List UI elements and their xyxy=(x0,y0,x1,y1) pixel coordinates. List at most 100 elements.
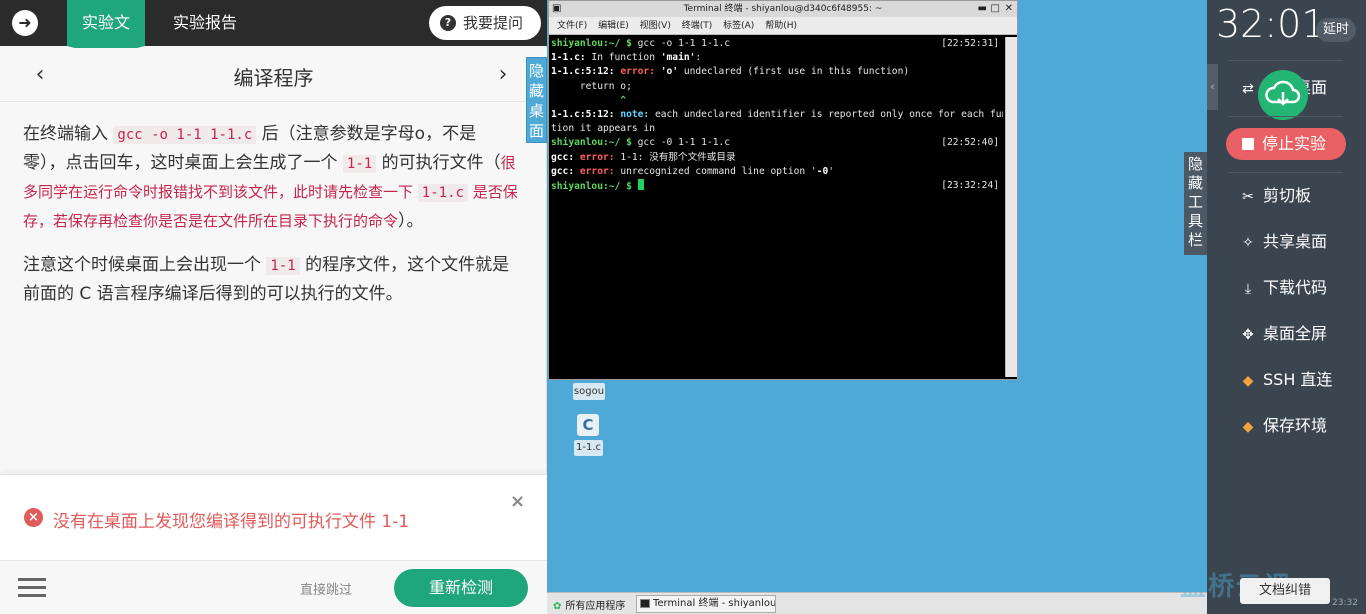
text: : xyxy=(695,52,702,64)
fullscreen-button[interactable]: ✥ 桌面全屏 xyxy=(1240,322,1327,346)
timestamp: [22:52:40] xyxy=(941,137,999,149)
download-code-label: 下载代码 xyxy=(1263,278,1328,297)
menu-terminal[interactable]: 终端(T) xyxy=(682,21,713,31)
menu-tabs[interactable]: 标签(A) xyxy=(723,21,754,31)
clipboard-button[interactable]: ✂ 剪切板 xyxy=(1240,184,1311,208)
inline-code: 1-1 xyxy=(266,257,300,275)
fn: 'main' xyxy=(660,52,696,64)
menu-help[interactable]: 帮助(H) xyxy=(765,21,797,31)
cloud-download-icon[interactable] xyxy=(1258,70,1308,120)
close-window-icon[interactable]: ✕ xyxy=(1005,1,1013,17)
sogou-desktop-icon[interactable]: sogou xyxy=(573,383,605,400)
paragraph-2: 注意这个时候桌面上会出现一个 1-1 的程序文件，这个文件就是前面的 C 语言程… xyxy=(23,251,518,308)
term-line: shiyanlou:~/ $ gcc -o 1-1 1-1.c [22:52:31… xyxy=(551,37,1003,51)
skip-link[interactable]: 直接跳过 xyxy=(300,579,352,598)
lab-docs-panel: ➜ 实验文档 实验报告 ? 我要提问 ‹ 编译程序 › 在终端输入 gcc -o… xyxy=(0,0,547,614)
list-menu-icon[interactable] xyxy=(18,578,46,600)
minimize-icon[interactable]: ▬ xyxy=(978,1,987,17)
loc: 1-1.c:5:12: xyxy=(551,109,615,121)
save-env-label: 保存环境 xyxy=(1263,416,1328,435)
stop-square-icon xyxy=(1242,138,1254,150)
file: 1-1.c: xyxy=(551,52,586,64)
terminal-title: Terminal 终端 - shiyanlou@d340c6f48955: ~ xyxy=(683,4,883,14)
tab-lab-docs[interactable]: 实验文档 xyxy=(67,0,145,78)
term-line: shiyanlou:~/ $ gcc -0 1-1 1-1.c [22:52:40… xyxy=(551,136,1003,150)
ssh-connect-button[interactable]: ◆ SSH 直连 xyxy=(1240,368,1333,392)
ssh-label: SSH 直连 xyxy=(1263,370,1333,389)
stop-lab-button[interactable]: 停止实验 xyxy=(1226,128,1346,160)
terminal-output[interactable]: shiyanlou:~/ $ gcc -o 1-1 1-1.c [22:52:31… xyxy=(551,37,1003,375)
scissors-icon: ✂ xyxy=(1242,189,1254,205)
inline-code: gcc -o 1-1 1-1.c xyxy=(113,126,257,144)
download-code-button[interactable]: ⤓ 下载代码 xyxy=(1240,276,1327,300)
text: undeclared (first use in this function) xyxy=(678,66,910,78)
menu-file[interactable]: 文件(F) xyxy=(557,21,587,31)
terminal-titlebar[interactable]: ▣ Terminal 终端 - shiyanlou@d340c6f48955: … xyxy=(549,1,1017,17)
c-file-icon[interactable]: C xyxy=(577,414,599,436)
text: unrecognized command line option ' xyxy=(614,165,817,177)
all-apps-label: 所有应用程序 xyxy=(565,601,626,612)
text: In function xyxy=(585,52,661,64)
timestamp: [22:52:31] xyxy=(941,38,999,49)
note-label: note: xyxy=(614,109,650,121)
term-line: tion it appears in xyxy=(551,123,655,135)
divider xyxy=(1228,172,1343,173)
ident: 'o' xyxy=(660,66,679,78)
text: 在终端输入 xyxy=(23,124,108,144)
timestamp: [23:32:24] xyxy=(941,180,999,192)
close-icon[interactable]: × xyxy=(510,491,525,512)
step-content: 在终端输入 gcc -o 1-1 1-1.c 后（注意参数是字母o，不是零），点… xyxy=(23,120,518,324)
prompt: shiyanlou:~/ $ xyxy=(551,181,632,193)
inline-code: 1-1 xyxy=(342,155,377,173)
term-line: shiyanlou:~/ $ [23:32:24] xyxy=(551,179,1003,194)
maximize-icon[interactable]: □ xyxy=(991,1,1000,17)
error-message: 没有在桌面上发现您编译得到的可执行文件 1-1 xyxy=(53,512,410,532)
taskbar-terminal-item[interactable]: Terminal 终端 - shiyanlou@··· xyxy=(636,595,776,613)
terminal-window[interactable]: ▣ Terminal 终端 - shiyanlou@d340c6f48955: … xyxy=(548,0,1018,380)
text: ' xyxy=(828,165,835,177)
doc-error-button[interactable]: 文档纠错 xyxy=(1240,578,1330,604)
terminal-scrollbar[interactable] xyxy=(1005,37,1017,377)
gcc: gcc: xyxy=(551,151,575,163)
bottom-action-bar: 直接跳过 重新检测 xyxy=(0,560,547,614)
shuffle-icon: ⇄ xyxy=(1242,81,1254,97)
next-step-chevron-icon[interactable]: › xyxy=(493,62,513,87)
error-label: error: xyxy=(574,151,615,163)
prompt: shiyanlou:~/ $ xyxy=(551,137,632,149)
command: gcc -o 1-1 1-1.c xyxy=(631,38,731,49)
c-file-label[interactable]: 1-1.c xyxy=(574,440,603,456)
share-desktop-button[interactable]: ✧ 共享桌面 xyxy=(1240,230,1327,254)
delay-button[interactable]: 延时 xyxy=(1316,18,1356,42)
share-icon: ✧ xyxy=(1242,235,1254,251)
ask-question-label: 我要提问 xyxy=(463,14,524,32)
diamond-icon: ◆ xyxy=(1242,373,1254,389)
term-line: gcc: error: unrecognized command line op… xyxy=(551,165,1003,179)
fullscreen-label: 桌面全屏 xyxy=(1263,324,1328,343)
opt: -0 xyxy=(816,165,829,177)
ask-question-button[interactable]: ? 我要提问 xyxy=(429,6,541,40)
cursor xyxy=(637,179,644,191)
hide-toolbar-tab[interactable]: 隐藏工具栏 xyxy=(1184,152,1207,255)
back-arrow-icon[interactable]: ➜ xyxy=(12,10,38,36)
text: each undeclared identifier is reported o… xyxy=(649,109,1003,121)
menu-edit[interactable]: 编辑(E) xyxy=(598,21,629,31)
term-line: gcc: error: 1-1: 没有那个文件或目录 xyxy=(551,151,1003,165)
terminal-icon xyxy=(640,599,650,608)
hide-desktop-tab[interactable]: 隐藏桌面 xyxy=(526,57,547,143)
term-line: 1-1.c:5:12: note: each undeclared identi… xyxy=(551,108,1003,122)
error-x-icon: × xyxy=(24,508,43,527)
error-label: error: xyxy=(574,165,615,177)
term-line: return o; xyxy=(551,80,632,92)
all-apps-menu[interactable]: ✿ 所有应用程序 xyxy=(553,597,625,612)
corner-clock: 23:32 xyxy=(1332,598,1358,608)
tab-lab-report[interactable]: 实验报告 xyxy=(165,0,245,46)
lab-top-bar: ➜ 实验文档 实验报告 ? 我要提问 xyxy=(0,0,547,78)
menu-view[interactable]: 视图(V) xyxy=(640,21,671,31)
text: 1-1: 没有那个文件或目录 xyxy=(614,151,736,163)
taskbar-terminal-label: Terminal 终端 - shiyanlou@··· xyxy=(653,598,776,609)
screen: ➜ 实验文档 实验报告 ? 我要提问 ‹ 编译程序 › 在终端输入 gcc -o… xyxy=(0,0,1366,614)
save-env-button[interactable]: ◆ 保存环境 xyxy=(1240,414,1327,438)
recheck-button[interactable]: 重新检测 xyxy=(394,569,528,607)
collapse-chevron-icon[interactable]: ‹ xyxy=(1207,64,1218,110)
terminal-app-icon: ▣ xyxy=(552,3,562,14)
